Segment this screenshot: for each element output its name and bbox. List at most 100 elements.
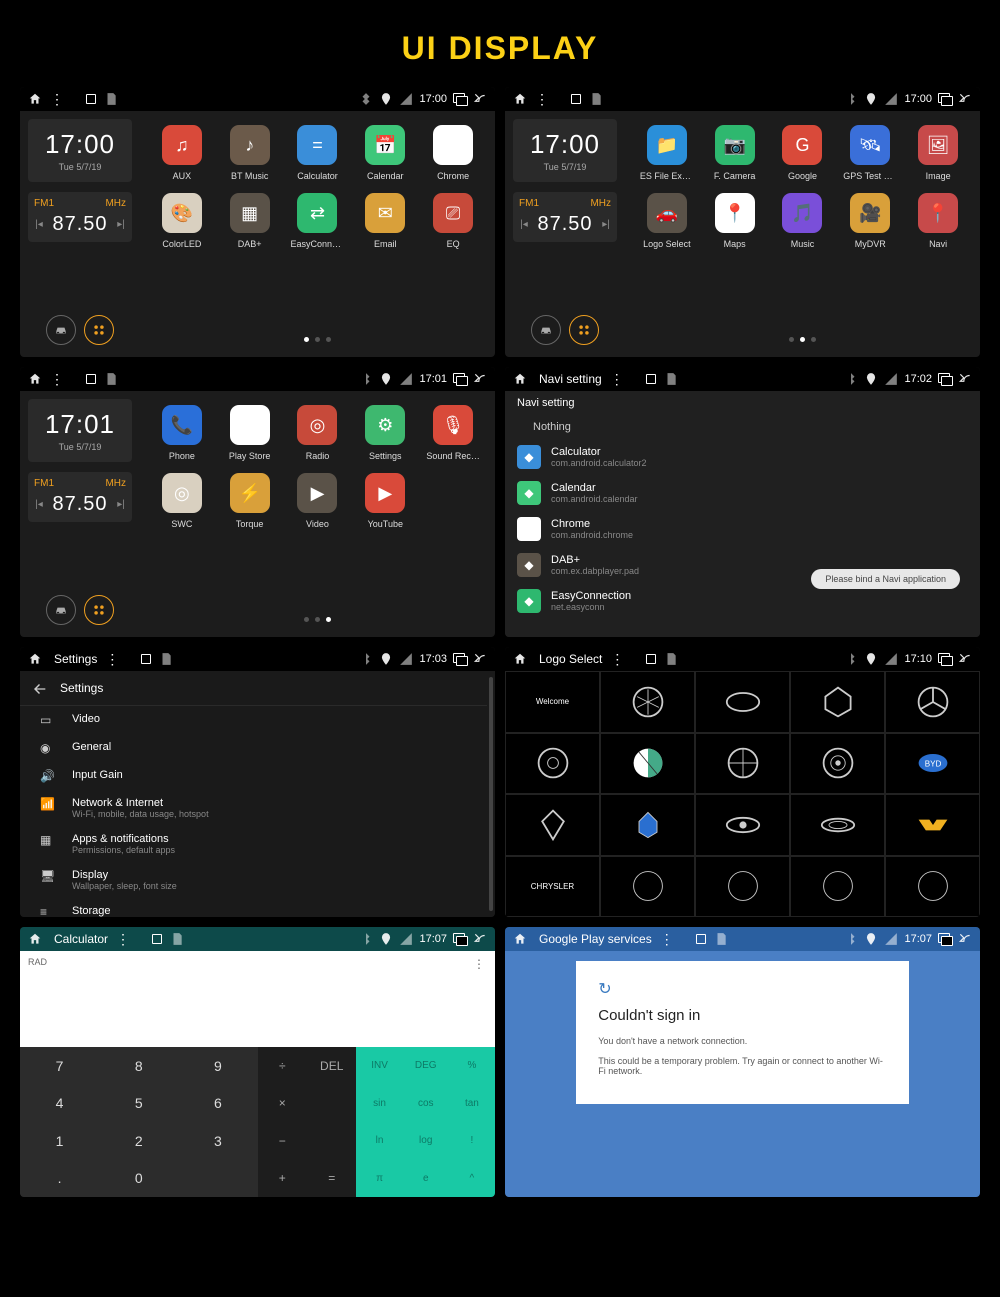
app-radio[interactable]: ◎ Radio	[290, 405, 344, 461]
back-icon[interactable]	[473, 652, 487, 666]
settings-item[interactable]: ≡ Storage	[20, 898, 487, 917]
home-icon[interactable]	[513, 92, 527, 106]
recents-icon[interactable]	[938, 653, 952, 665]
calc-key-−[interactable]: −	[258, 1122, 307, 1160]
home-icon[interactable]	[28, 372, 42, 386]
seek-down-icon[interactable]: |◂	[34, 499, 44, 510]
radio-widget[interactable]: FM1MHz |◂87.50▸|	[28, 472, 132, 522]
navi-item[interactable]: ◆ Calculatorcom.android.calculator2	[505, 439, 980, 475]
logo-cell-1[interactable]	[600, 671, 695, 733]
calc-key-5[interactable]: 5	[99, 1085, 178, 1123]
calc-key-÷[interactable]: ÷	[258, 1047, 307, 1085]
calc-key-7[interactable]: 7	[20, 1047, 99, 1085]
rad-label[interactable]: RAD	[28, 957, 47, 967]
calc-key-![interactable]: !	[449, 1122, 495, 1160]
app-email[interactable]: ✉ Email	[358, 193, 412, 249]
home-icon[interactable]	[513, 372, 527, 386]
app-eq[interactable]: ⎚ EQ	[426, 193, 480, 249]
radio-widget[interactable]: FM1MHz |◂87.50▸|	[513, 192, 617, 242]
app-aux[interactable]: ♫ AUX	[155, 125, 209, 181]
calc-key-tan[interactable]: tan	[449, 1085, 495, 1123]
seek-up-icon[interactable]: ▸|	[601, 219, 611, 230]
logo-cell-4[interactable]	[885, 671, 980, 733]
calc-key-log[interactable]: log	[403, 1122, 449, 1160]
calc-key-π[interactable]: π	[356, 1160, 402, 1198]
home-icon[interactable]	[513, 932, 527, 946]
logo-cell-15[interactable]: CHRYSLER	[505, 856, 600, 918]
app-mydvr[interactable]: 🎥 MyDVR	[843, 193, 897, 249]
logo-cell-18[interactable]	[790, 856, 885, 918]
app-easyconne-[interactable]: ⇄ EasyConne…	[290, 193, 344, 249]
app-swc[interactable]: ◎ SWC	[155, 473, 209, 529]
apps-mode-button[interactable]	[84, 595, 114, 625]
settings-item[interactable]: 🖥 DisplayWallpaper, sleep, font size	[20, 862, 487, 898]
app-phone[interactable]: 📞 Phone	[155, 405, 209, 461]
menu-icon[interactable]: ⋮	[660, 934, 674, 944]
recents-icon[interactable]	[453, 653, 467, 665]
back-arrow-icon[interactable]	[32, 681, 48, 697]
window-icon[interactable]	[152, 934, 162, 944]
app-f-camera[interactable]: 📷 F. Camera	[708, 125, 762, 181]
menu-icon[interactable]: ⋮	[50, 374, 64, 384]
seek-down-icon[interactable]: |◂	[34, 219, 44, 230]
recents-icon[interactable]	[938, 933, 952, 945]
clock-widget[interactable]: 17:00 Tue 5/7/19	[28, 119, 132, 182]
logo-cell-12[interactable]	[695, 794, 790, 856]
app-navi[interactable]: 📍 Navi	[911, 193, 965, 249]
calc-key-9[interactable]: 9	[178, 1047, 257, 1085]
logo-cell-14[interactable]	[885, 794, 980, 856]
back-icon[interactable]	[958, 932, 972, 946]
navi-nothing[interactable]: Nothing	[505, 415, 980, 439]
logo-cell-10[interactable]	[505, 794, 600, 856]
calc-key-4[interactable]: 4	[20, 1085, 99, 1123]
calc-menu-icon[interactable]: ⋮	[473, 957, 485, 971]
recents-icon[interactable]	[938, 93, 952, 105]
clock-widget[interactable]: 17:01 Tue 5/7/19	[28, 399, 132, 462]
calc-key-2[interactable]: 2	[99, 1122, 178, 1160]
logo-cell-11[interactable]	[600, 794, 695, 856]
logo-cell-17[interactable]	[695, 856, 790, 918]
back-icon[interactable]	[958, 652, 972, 666]
menu-icon[interactable]: ⋮	[50, 94, 64, 104]
settings-item[interactable]: 📶 Network & InternetWi-Fi, mobile, data …	[20, 790, 487, 826]
app-music[interactable]: 🎵 Music	[775, 193, 829, 249]
app-chrome[interactable]: ◉ Chrome	[426, 125, 480, 181]
app-torque[interactable]: ⚡ Torque	[223, 473, 277, 529]
app-bt-music[interactable]: ♪ BT Music	[223, 125, 277, 181]
calc-key-e[interactable]: e	[403, 1160, 449, 1198]
back-icon[interactable]	[958, 372, 972, 386]
window-icon[interactable]	[141, 654, 151, 664]
logo-cell-5[interactable]	[505, 733, 600, 795]
calc-key-0[interactable]: 0	[99, 1160, 178, 1198]
app-es-file-expl-[interactable]: 📁 ES File Expl…	[640, 125, 694, 181]
menu-icon[interactable]: ⋮	[610, 374, 624, 384]
menu-icon[interactable]: ⋮	[116, 934, 130, 944]
settings-item[interactable]: ▭ Video	[20, 706, 487, 734]
back-icon[interactable]	[473, 372, 487, 386]
app-logo-select[interactable]: 🚗 Logo Select	[640, 193, 694, 249]
seek-up-icon[interactable]: ▸|	[116, 219, 126, 230]
back-icon[interactable]	[473, 932, 487, 946]
settings-item[interactable]: ▦ Apps & notificationsPermissions, defau…	[20, 826, 487, 862]
logo-cell-16[interactable]	[600, 856, 695, 918]
app-maps[interactable]: 📍 Maps	[708, 193, 762, 249]
window-icon[interactable]	[646, 374, 656, 384]
recents-icon[interactable]	[938, 373, 952, 385]
window-icon[interactable]	[646, 654, 656, 664]
home-icon[interactable]	[28, 92, 42, 106]
logo-cell-8[interactable]	[790, 733, 885, 795]
navi-item[interactable]: ◆ Calendarcom.android.calendar	[505, 475, 980, 511]
logo-cell-0[interactable]: Welcome	[505, 671, 600, 733]
logo-cell-6[interactable]	[600, 733, 695, 795]
calc-key-ln[interactable]: ln	[356, 1122, 402, 1160]
logo-cell-9[interactable]: BYD	[885, 733, 980, 795]
menu-icon[interactable]: ⋮	[105, 654, 119, 664]
logo-cell-7[interactable]	[695, 733, 790, 795]
menu-icon[interactable]: ⋮	[535, 94, 549, 104]
apps-mode-button[interactable]	[569, 315, 599, 345]
logo-cell-13[interactable]	[790, 794, 885, 856]
calc-key-INV[interactable]: INV	[356, 1047, 402, 1085]
app-calculator[interactable]: = Calculator	[290, 125, 344, 181]
settings-item[interactable]: ◉ General	[20, 734, 487, 762]
logo-cell-2[interactable]	[695, 671, 790, 733]
